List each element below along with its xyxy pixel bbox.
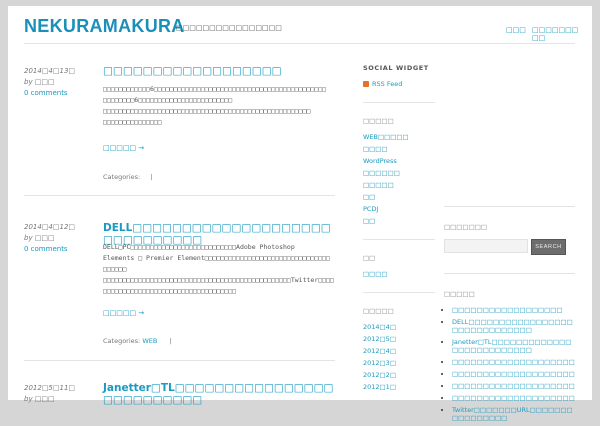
category-link[interactable]: □□□□□□ <box>363 169 435 177</box>
post-excerpt: DELL□PC□□□□□□□□□□□□□□□□□□□□□□□□□□□Adobe … <box>103 242 335 297</box>
post-author: by □□□ <box>24 234 55 242</box>
post-meta: 2014□4□13□ by □□□ 0 comments <box>24 66 96 99</box>
excerpt-line: □□□□□□□□□□□□□□□ <box>103 118 162 126</box>
rss-feed-link[interactable]: RSS Feed <box>363 80 402 88</box>
recent-post-link[interactable]: □□□□□□□□□□□□□□□□□□□□ <box>452 394 575 402</box>
post-meta: 2014□4□12□ by □□□ 0 comments <box>24 222 96 255</box>
read-more-link[interactable]: □□□□□ → <box>103 144 144 152</box>
category-link[interactable]: □□□□□ <box>363 181 435 189</box>
page: NEKURAMAKURA □□□□□□□□□□□□□□□□ □□□ □□□□□□… <box>8 6 592 422</box>
search-input[interactable] <box>444 239 528 253</box>
site-tagline: □□□□□□□□□□□□□□□□ <box>176 24 282 32</box>
post-categories: Categories: WEB | <box>103 337 335 345</box>
categories-label: Categories: <box>103 337 141 345</box>
archive-link[interactable]: 2012□3□ <box>363 359 435 367</box>
widget-title: □□□□□ <box>444 290 475 298</box>
post-meta: 2012□5□11□ by □□□ <box>24 383 96 405</box>
separator: | <box>150 173 153 181</box>
excerpt-line: □□□□□□□□□□□□□□□□□□□□□□□□□□□□□□□□□□ <box>103 287 237 295</box>
post-title[interactable]: □□□□□□□□□□□□□□□□□□ <box>103 65 335 77</box>
excerpt-line: □□□□□□□□6□□□□□□□□□□□□□□□□□□□□□□□□ <box>103 96 233 104</box>
excerpt-line: □□□□□□□□□□□□□□□□□□□□□□□□□□□□□□□□□□□□□□□□… <box>103 276 334 284</box>
excerpt-line: □□□□□□□□□□□□□□□□□□□□□□□□□□□□□□□□□□□□□□□□… <box>103 107 311 115</box>
excerpt-line: DELL□PC□□□□□□□□□□□□□□□□□□□□□□□□□□□Adobe … <box>103 243 295 251</box>
nav-item-home[interactable]: □□□ <box>506 26 526 34</box>
rss-icon <box>363 81 369 87</box>
list-item: □□□□□□□□□□□□□□□□□□□□ <box>452 382 575 390</box>
category-link[interactable]: PCDJ <box>363 205 435 213</box>
widget-divider <box>444 206 575 207</box>
excerpt-line: Elements □ Premier Element□□□□□□□□□□□□□□… <box>103 254 330 262</box>
rss-label: RSS Feed <box>372 80 403 88</box>
recent-post-link[interactable]: □□□□□□□□□□□□□□□□□□□□ <box>452 382 575 390</box>
widget-title: □□ <box>363 254 376 262</box>
archive-link[interactable]: 2012□2□ <box>363 371 435 379</box>
list-item: □□□□□□□□□□□□□□□□□□□□ <box>452 394 575 402</box>
category-link[interactable]: WEB□□□□□ <box>363 133 435 141</box>
widget-divider <box>444 273 575 274</box>
list-item: DELL□□□□□□□□□□□□□□□□□□□□□□□□□□□□□□ <box>452 318 575 334</box>
excerpt-line: □□□□□□ <box>103 265 127 273</box>
category-link[interactable]: WordPress <box>363 157 435 165</box>
excerpt-line: □□□□□□□□□□□□6□□□□□□□□□□□□□□□□□□□□□□□□□□□… <box>103 85 327 93</box>
widget-divider <box>363 102 435 103</box>
sidebar-primary: SOCIAL WIDGET RSS Feed □□□□□ WEB□□□□□ □□… <box>363 64 435 395</box>
recent-post-link[interactable]: □□□□□□□□□□□□□□□□□□ <box>452 306 563 314</box>
separator: | <box>169 337 172 345</box>
post-author: by □□□ <box>24 78 55 86</box>
widget-divider <box>363 292 435 293</box>
comments-link[interactable]: 0 comments <box>24 245 68 253</box>
list-item: □□□□□□□□□□□□□□□□□□□□ <box>452 358 575 366</box>
post-divider <box>24 195 335 196</box>
recent-post-link[interactable]: □□□□□□□□□□□□□□□□□□□□ <box>452 358 575 366</box>
widget-title: □□□□□ <box>363 307 394 315</box>
widget-title: □□□□□□□ <box>444 223 487 231</box>
recent-post-link[interactable]: □□□□□□□□□□□□□□□□□□□□ <box>452 370 575 378</box>
list-item: □□□□□□□□□□□□□□□□□□ <box>452 306 575 314</box>
widget-divider <box>363 239 435 240</box>
sidebar-secondary: □□□□□□□ SEARCH □□□□□ □□□□□□□□□□□□□□□□□□ … <box>444 206 575 426</box>
post-categories: Categories: | <box>103 173 335 181</box>
recent-post-link[interactable]: DELL□□□□□□□□□□□□□□□□□□□□□□□□□□□□□□ <box>452 318 573 334</box>
list-item: □□□□□□□□□□□□□□□□□□□□ <box>452 370 575 378</box>
archive-link[interactable]: 2012□5□ <box>363 335 435 343</box>
category-link[interactable]: □□ <box>363 217 435 225</box>
meta-link[interactable]: □□□□ <box>363 270 435 278</box>
recent-posts-list: □□□□□□□□□□□□□□□□□□ DELL□□□□□□□□□□□□□□□□□… <box>444 306 575 422</box>
nav-item-about[interactable]: □□□□□□□□□ <box>532 26 580 42</box>
widget-title: □□□□□ <box>363 117 394 125</box>
archive-link[interactable]: 2012□4□ <box>363 347 435 355</box>
post-divider <box>24 360 335 361</box>
post-excerpt: □□□□□□□□□□□□6□□□□□□□□□□□□□□□□□□□□□□□□□□□… <box>103 84 335 128</box>
archive-link[interactable]: 2012□1□ <box>363 383 435 391</box>
recent-post-link[interactable]: Janetter□TL□□□□□□□□□□□□□□□□□□□□□□□□□□ <box>452 338 571 354</box>
post-date: 2014□4□13□ <box>24 67 76 75</box>
list-item: Janetter□TL□□□□□□□□□□□□□□□□□□□□□□□□□□ <box>452 338 575 354</box>
read-more-link[interactable]: □□□□□ → <box>103 309 144 317</box>
header-divider <box>24 43 575 44</box>
post-title[interactable]: Janetter□TL□□□□□□□□□□□□□□□□□□□□□□□□□□ <box>103 382 335 406</box>
category-link[interactable]: WEB <box>142 337 157 345</box>
archive-link[interactable]: 2014□4□ <box>363 323 435 331</box>
categories-label: Categories: <box>103 173 141 181</box>
search-button[interactable]: SEARCH <box>531 239 566 255</box>
site-title[interactable]: NEKURAMAKURA <box>24 16 185 37</box>
recent-post-link[interactable]: Twitter□□□□□□□URL□□□□□□□□□□□□□□□□ <box>452 406 573 422</box>
category-link[interactable]: □□ <box>363 193 435 201</box>
category-link[interactable]: □□□□ <box>363 145 435 153</box>
widget-title: SOCIAL WIDGET <box>363 64 429 72</box>
post-date: 2012□5□11□ <box>24 384 76 392</box>
comments-link[interactable]: 0 comments <box>24 89 68 97</box>
list-item: Twitter□□□□□□□URL□□□□□□□□□□□□□□□□ <box>452 406 575 422</box>
post-date: 2014□4□12□ <box>24 223 76 231</box>
